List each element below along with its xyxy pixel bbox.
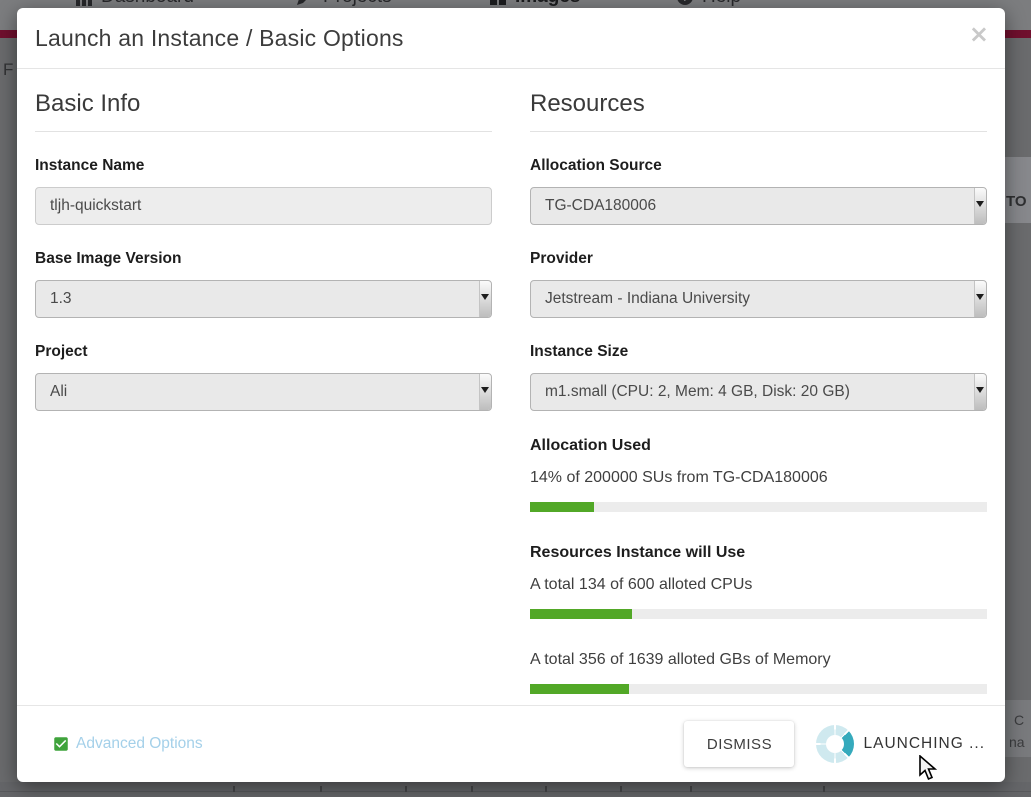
grid-icon [489,0,507,6]
instance-name-input[interactable] [35,187,492,225]
modal-header: Launch an Instance / Basic Options × [17,8,1005,69]
memory-usage-text: A total 356 of 1639 alloted GBs of Memor… [530,651,987,669]
allocation-used-progressbar [530,502,987,512]
basic-info-column: Basic Info Instance Name Base Image Vers… [35,69,492,705]
divider [0,791,1031,792]
advanced-options-link[interactable]: Advanced Options [52,735,203,753]
selected-value: Jetstream - Indiana University [545,290,962,308]
project-label: Project [35,343,492,361]
nav-item-projects: Projects [295,0,392,8]
instance-name-label: Instance Name [35,157,492,175]
resources-column: Resources Allocation Source TG-CDA180006… [530,69,987,705]
svg-text:?: ? [682,0,689,4]
modal-body: Basic Info Instance Name Base Image Vers… [17,69,1005,705]
cpu-usage-text: A total 134 of 600 alloted CPUs [530,576,987,594]
text-fragment-mark [620,786,622,792]
check-box-icon [52,735,70,753]
nav-label: Help [702,0,741,8]
progress-fill [530,684,629,694]
nav-label: Dashboard [101,0,194,8]
chevron-down-icon [976,294,984,300]
selected-value: m1.small (CPU: 2, Mem: 4 GB, Disk: 20 GB… [545,383,962,401]
background-text-fragment: TO [1006,193,1027,210]
progress-fill [530,502,594,512]
background-text-fragment: F [3,60,13,80]
text-fragment-mark [320,786,322,792]
background-text-fragment: C [1014,712,1024,728]
text-fragment-mark [405,786,407,792]
provider-label: Provider [530,250,987,268]
text-fragment-mark [690,786,692,792]
allocation-used-text: 14% of 200000 SUs from TG-CDA180006 [530,469,987,487]
launching-label: LAUNCHING ... [863,735,985,753]
instance-will-use-heading: Resources Instance will Use [530,544,987,562]
mouse-cursor [918,755,940,781]
allocation-source-label: Allocation Source [530,157,987,175]
dismiss-button[interactable]: DISMISS [684,721,794,767]
modal-title: Launch an Instance / Basic Options [35,25,404,52]
launch-instance-modal: Launch an Instance / Basic Options × Bas… [17,8,1005,782]
modal-footer: Advanced Options DISMISS LAUNCHING ... [17,705,1005,782]
base-image-version-select[interactable]: 1.3 [35,280,492,318]
text-fragment-mark [823,786,825,792]
provider-select[interactable]: Jetstream - Indiana University [530,280,987,318]
basic-info-heading: Basic Info [35,90,492,132]
text-fragment-mark [471,786,473,792]
nav-label: Projects [323,0,392,8]
project-select[interactable]: Ali [35,373,492,411]
background-table-fragment [0,782,1031,797]
selected-value: Ali [50,383,467,401]
memory-usage-progressbar [530,684,987,694]
allocation-used-heading: Allocation Used [530,437,987,455]
selected-value: TG-CDA180006 [545,197,962,215]
selected-value: 1.3 [50,290,467,308]
pencil-icon [295,0,315,7]
nav-item-help: ? Help [676,0,741,8]
chevron-down-icon [481,387,489,393]
instance-size-select[interactable]: m1.small (CPU: 2, Mem: 4 GB, Disk: 20 GB… [530,373,987,411]
loading-spinner-icon [816,725,854,763]
launching-button[interactable]: LAUNCHING ... [816,725,985,763]
chevron-down-icon [976,387,984,393]
allocation-source-select[interactable]: TG-CDA180006 [530,187,987,225]
nav-label: Images [515,0,580,8]
background-panel-fragment: C na [1005,700,1031,757]
base-image-version-label: Base Image Version [35,250,492,268]
nav-item-dashboard: Dashboard [75,0,194,8]
progress-fill [530,609,632,619]
nav-item-images: Images [489,0,580,8]
advanced-options-label: Advanced Options [76,735,203,753]
text-fragment-mark [545,786,547,792]
resources-heading: Resources [530,90,987,132]
background-panel-fragment: TO [1005,157,1031,223]
question-circle-icon: ? [676,0,694,6]
close-icon[interactable]: × [969,22,989,46]
text-fragment-mark [233,786,235,792]
chevron-down-icon [976,201,984,207]
bar-chart-icon [75,0,93,6]
instance-size-label: Instance Size [530,343,987,361]
chevron-down-icon [481,294,489,300]
cpu-usage-progressbar [530,609,987,619]
background-text-fragment: na [1009,734,1025,750]
